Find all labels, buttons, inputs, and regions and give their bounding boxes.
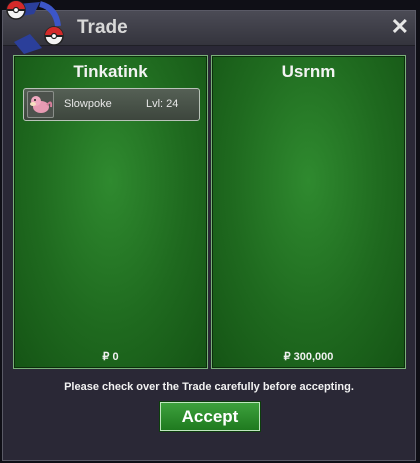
window-title: Trade xyxy=(77,17,128,38)
item-level: Lvl: 24 xyxy=(146,98,179,110)
item-name: Slowpoke xyxy=(64,98,112,110)
left-panel-owner: Tinkatink xyxy=(73,62,148,81)
left-money: ₽ 0 xyxy=(102,351,119,363)
right-money: ₽ 300,000 xyxy=(283,351,334,363)
trade-window: Trade ✕ Tinkatink Slowpoke Lvl: 24 ₽ 0 U… xyxy=(2,10,416,461)
close-icon[interactable]: ✕ xyxy=(391,14,409,40)
accept-button[interactable]: Accept xyxy=(160,402,260,431)
slowpoke-icon xyxy=(27,91,54,118)
trade-item[interactable]: Slowpoke Lvl: 24 xyxy=(23,88,200,121)
pokeball-logo-icon xyxy=(0,0,72,56)
right-trade-panel: Usrnm ₽ 300,000 xyxy=(211,55,406,369)
trade-notice: Please check over the Trade carefully be… xyxy=(64,381,354,393)
left-trade-panel: Tinkatink Slowpoke Lvl: 24 ₽ 0 xyxy=(13,55,208,369)
right-panel-owner: Usrnm xyxy=(281,62,336,81)
